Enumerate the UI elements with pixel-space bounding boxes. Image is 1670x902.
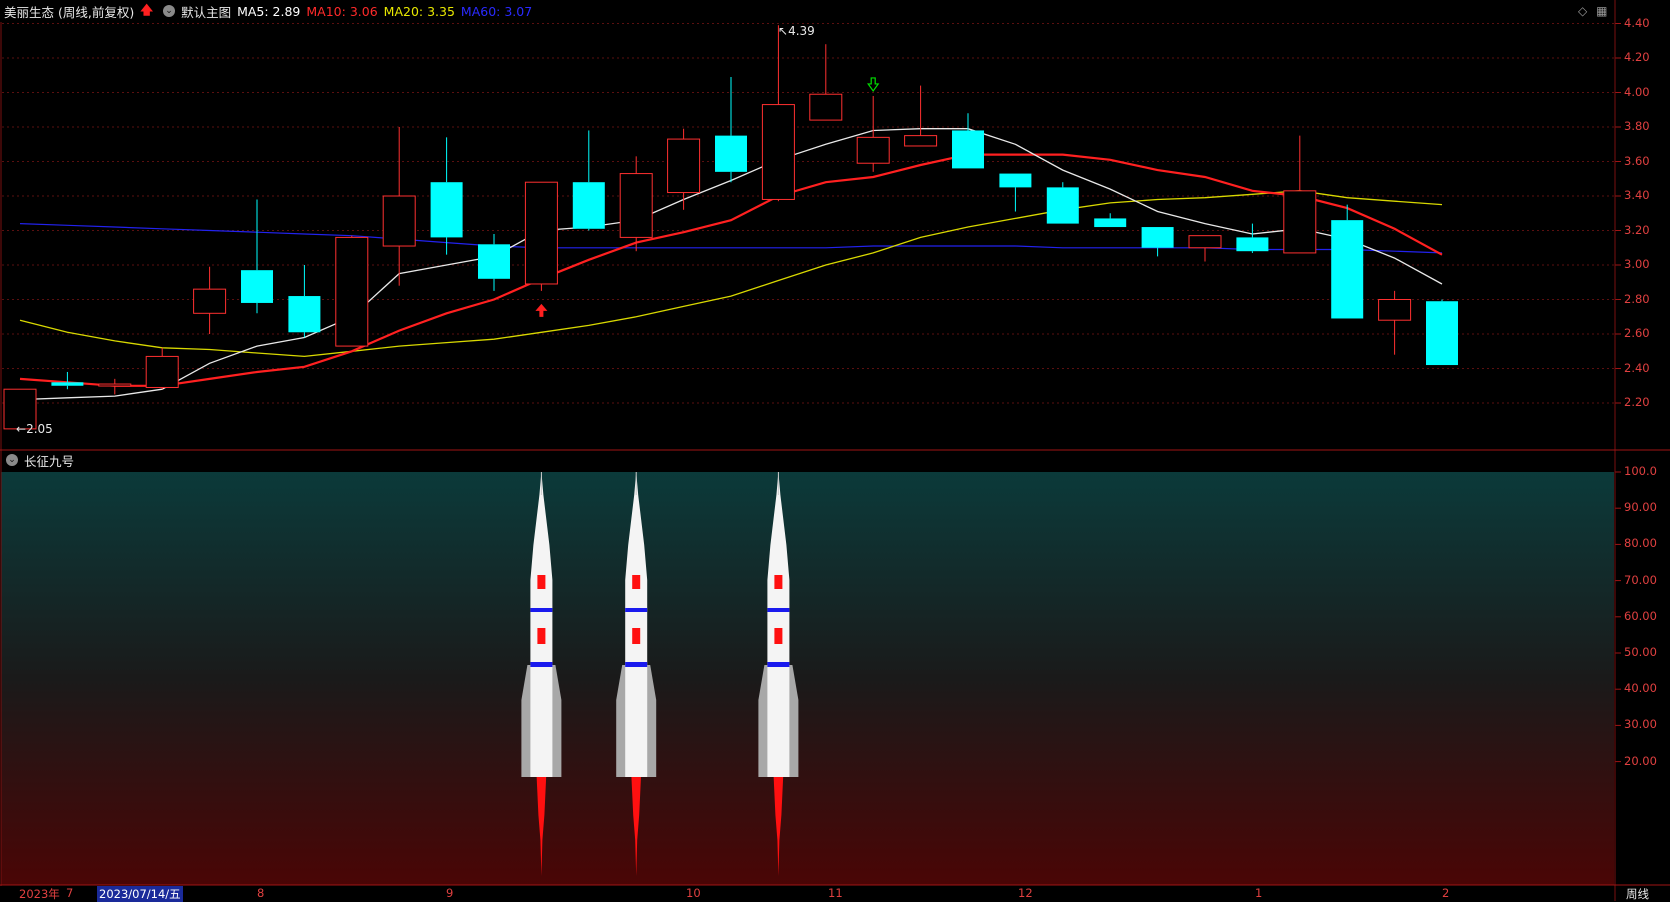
candle-body [1283,190,1317,254]
price-tick-label: 3.60 [1624,153,1650,168]
candle [572,130,605,231]
price-tick-label: 2.40 [1624,360,1650,375]
candle-body [572,182,605,229]
candle [1236,223,1269,253]
month-label: 10 [686,886,701,900]
candle-body [1378,299,1412,321]
price-tick-label: 3.40 [1624,188,1650,202]
candle-body [382,195,416,247]
month-label: 8 [257,886,265,900]
price-tick-label: 3.80 [1624,119,1650,133]
stock-chart-window: 美丽生态 (周线,前复权) 🡅 ⌄ 默认主图 MA5: 2.89 MA10: 3… [0,0,1670,902]
candle-body [667,138,701,194]
candle [1426,299,1458,366]
price-tick-label: 2.80 [1624,291,1650,306]
indicator-tick-label: 100.0 [1624,464,1657,478]
candle-body [904,135,938,147]
candle [335,235,369,347]
min-price-label: ←2.05 [16,422,53,436]
candle [241,199,273,314]
candle-body [1188,235,1222,249]
candle-body [288,296,321,333]
period-label[interactable]: 周线 [1626,886,1649,902]
price-tick-label: 4.00 [1624,84,1650,99]
candle [904,85,938,147]
candle-body [1046,187,1079,224]
candle-body [1141,227,1174,248]
candle [382,127,416,286]
candle [193,266,227,334]
month-label: 11 [828,886,843,900]
price-tick-label: 2.60 [1624,326,1650,340]
price-tick-label: 4.20 [1624,50,1650,64]
sell-arrow-icon [867,77,880,92]
chevron-down-icon[interactable]: ⌄ [6,454,18,466]
candle [1046,182,1079,224]
candle-body [145,355,179,388]
candle-body [856,136,890,164]
candle [619,156,653,252]
price-tick-label: 3.00 [1624,257,1650,271]
candle-body [51,382,84,386]
month-label: 12 [1018,886,1033,900]
candle [667,128,701,210]
candle-body [1236,237,1269,252]
candle [999,173,1032,212]
candle [1283,135,1317,254]
candle [952,113,984,169]
candle [524,181,558,291]
indicator-tick-label: 80.00 [1624,536,1657,551]
candle [1378,290,1412,355]
price-tick-label: 3.20 [1624,222,1650,237]
candle-body [619,173,653,238]
candle [809,44,843,121]
candle-body [193,288,227,314]
candle-body [809,93,843,121]
month-label: 2 [1442,886,1450,900]
indicator-title[interactable]: 长征九号 [24,451,74,470]
buy-arrow-icon [535,303,548,317]
candle-body [1331,220,1364,319]
candle [1141,227,1174,257]
candle [430,137,463,255]
month-label: 9 [446,886,454,900]
candle-body [430,182,463,238]
indicator-tick-label: 90.00 [1624,500,1657,515]
price-tick-label: 2.20 [1624,395,1650,409]
candle [288,265,321,338]
candle-body [1426,301,1458,366]
price-tick-label: 4.40 [1624,15,1650,30]
candle [478,233,510,291]
candle-body [98,383,132,387]
ma20-line [19,190,1443,358]
indicator-tick-label: 30.00 [1624,717,1657,732]
candle-body [478,244,510,279]
candle-body [999,173,1032,188]
candle [1331,204,1364,319]
month-label: 1 [1255,886,1263,900]
indicator-tick-label: 60.00 [1624,608,1657,623]
indicator-header: ⌄ 长征九号 [0,449,80,471]
candle [761,25,795,202]
indicator-tick-label: 40.00 [1624,681,1657,696]
month-label: 7 [66,886,74,900]
cursor-date-label: 2023/07/14/五 [97,886,183,902]
ma60-line [19,223,1443,254]
candle-body [952,130,984,169]
candlestick-chart[interactable] [0,0,1670,901]
indicator-tick-label: 70.00 [1624,572,1657,587]
candle-body [715,135,747,172]
candle [145,347,179,390]
candle-body [335,236,369,347]
candle-body [241,270,273,303]
indicator-tick-label: 20.00 [1624,753,1657,768]
candle-body [1094,218,1127,228]
max-price-label: ↖4.39 [778,24,815,38]
candle-body [761,104,795,200]
year-label: 2023年 [19,887,60,901]
indicator-tick-label: 50.00 [1624,645,1657,659]
candle-body [524,181,558,285]
candle [1094,213,1127,228]
